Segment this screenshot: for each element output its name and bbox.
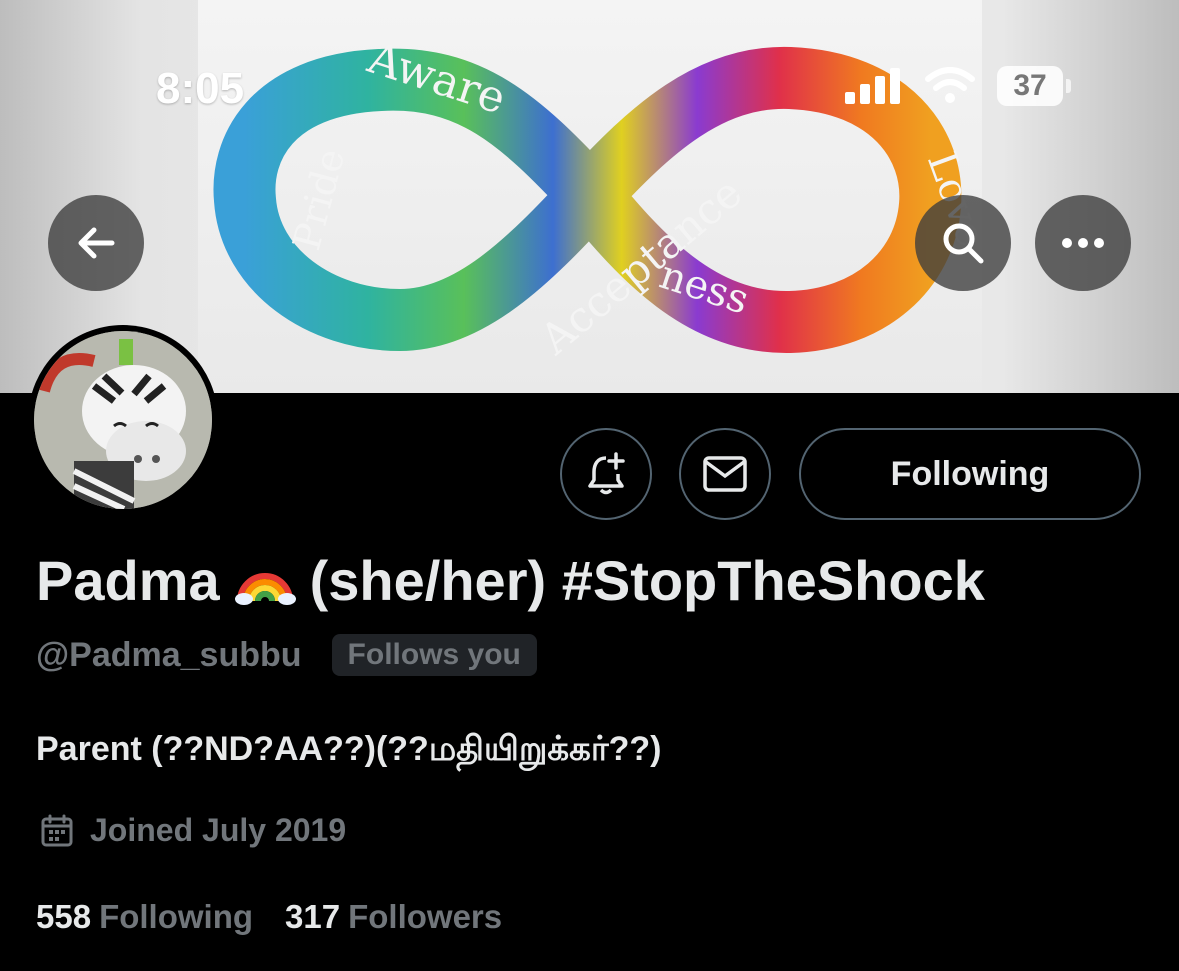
notifications-toggle-button[interactable] [560, 428, 652, 520]
signal-icon [845, 68, 900, 104]
banner-word-pride: Pride [284, 144, 353, 255]
back-button[interactable] [48, 195, 144, 291]
following-button[interactable]: Following [799, 428, 1141, 520]
following-count: 558 [36, 898, 92, 935]
following-label: Following [99, 898, 254, 935]
calendar-icon [41, 814, 73, 846]
rainbow-emoji [234, 572, 296, 605]
more-icon [1062, 238, 1104, 248]
profile-banner[interactable]: Aware Acceptance Love Pride ness 8:05 37 [0, 0, 1179, 393]
message-button[interactable] [679, 428, 771, 520]
infinity-banner-art: Aware Acceptance Love Pride ness [213, 32, 994, 364]
followers-count: 317 [285, 898, 341, 935]
profile-avatar[interactable] [28, 325, 218, 515]
status-bar-time: 8:05 [156, 64, 245, 113]
back-arrow-icon [78, 227, 115, 259]
handle-row: @Padma_subbu Follows you [36, 634, 537, 676]
profile-bio: Parent (??ND?AA??)(??மதியிறுக்கர்??) [36, 730, 662, 768]
followers-stat[interactable]: 317 Followers [285, 898, 502, 936]
display-name: Padma (she/her) #StopTheShock [36, 548, 985, 613]
display-name-text: Padma [36, 549, 220, 612]
follows-you-badge: Follows you [331, 634, 537, 676]
joined-date: Joined July 2019 [90, 812, 347, 848]
display-name-suffix: (she/her) #StopTheShock [309, 549, 985, 612]
zebra-toy-image [34, 331, 212, 509]
wifi-icon [925, 67, 975, 103]
user-handle: @Padma_subbu [36, 635, 302, 674]
followers-label: Followers [348, 898, 503, 935]
status-bar-indicators: 37 [845, 66, 1071, 106]
search-icon [943, 223, 984, 264]
follow-stats: 558 Following 317 Followers [36, 898, 502, 936]
avatar-image [34, 331, 212, 509]
following-stat[interactable]: 558 Following [36, 898, 253, 936]
battery-icon: 37 [997, 66, 1071, 106]
message-icon [703, 456, 747, 492]
notification-bell-icon [588, 452, 625, 495]
more-options-button[interactable] [1035, 195, 1131, 291]
search-button[interactable] [915, 195, 1011, 291]
joined-date-row: Joined July 2019 [40, 812, 346, 849]
battery-level: 37 [1013, 69, 1047, 102]
